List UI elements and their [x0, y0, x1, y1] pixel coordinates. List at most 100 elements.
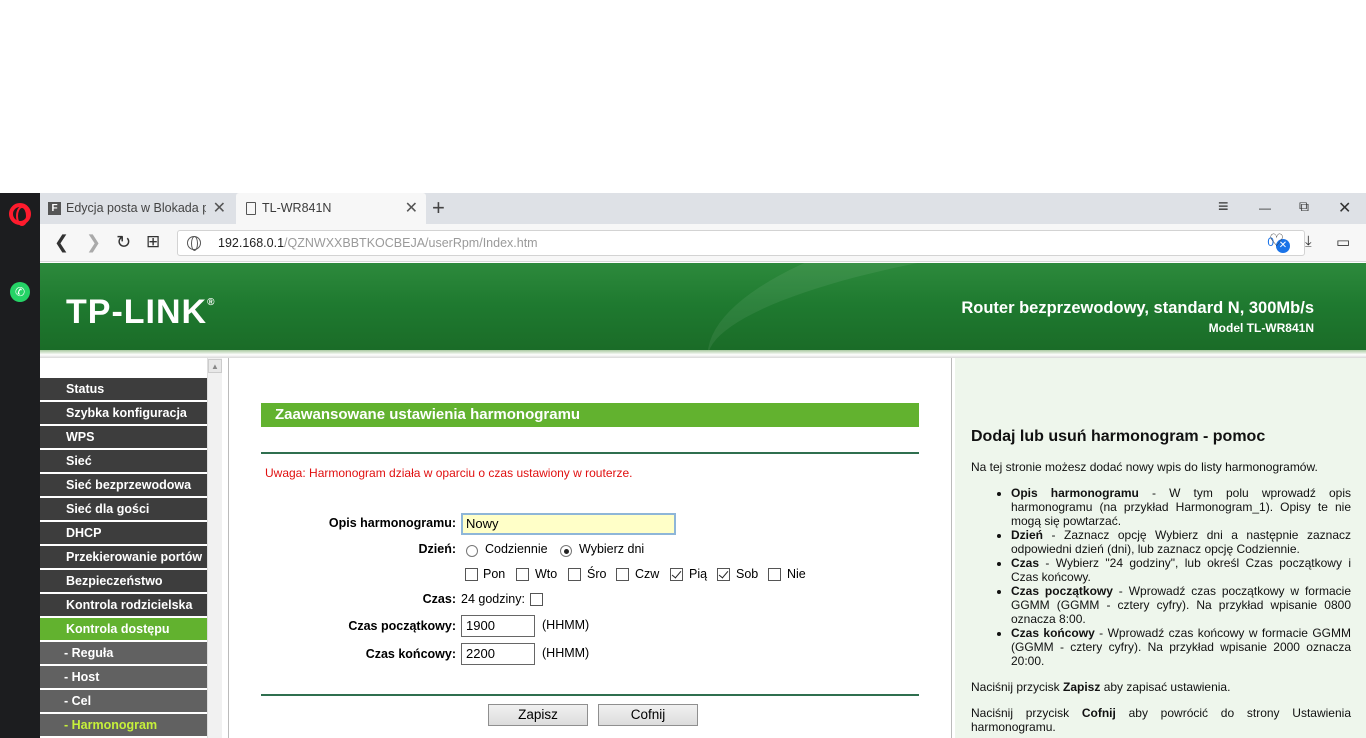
start-format-hint: (HHMM) — [542, 618, 590, 632]
menu-item-dhcp[interactable]: DHCP — [40, 522, 207, 544]
logo-text: TP-LINK — [66, 293, 208, 331]
tab-bar: F Edycja posta w Blokada po ✕ TL-WR841N … — [40, 193, 1366, 224]
router-header: TP-LINK® Router bezprzewodowy, standard … — [40, 263, 1366, 353]
divider — [261, 694, 919, 696]
forum-favicon-icon: F — [48, 202, 61, 215]
day-checkbox-sat[interactable] — [717, 568, 730, 581]
menu-item-guest-network[interactable]: Sieć dla gości — [40, 498, 207, 520]
select-days-radio[interactable] — [560, 545, 572, 557]
day-label: Dzień: — [418, 542, 457, 556]
end-time-label: Czas końcowy: — [365, 647, 456, 661]
help-save-note: Naciśnij przycisk Zapisz aby zapisać ust… — [971, 680, 1351, 694]
tab-label: TL-WR841N — [262, 201, 332, 215]
menu-item-wireless[interactable]: Sieć bezprzewodowa — [40, 474, 207, 496]
help-item: Czas - Wybierz "24 godziny", lub określ … — [1011, 556, 1351, 584]
main-panel: Zaawansowane ustawienia harmonogramu Uwa… — [228, 358, 952, 738]
forward-icon[interactable]: ❯ — [86, 232, 101, 252]
help-term: Czas początkowy — [1011, 584, 1113, 598]
start-time-input[interactable]: 1900 — [461, 615, 535, 637]
day-checkbox-thu[interactable] — [616, 568, 629, 581]
speed-dial-icon[interactable]: ⊞ — [146, 232, 160, 252]
new-tab-icon[interactable]: + — [432, 195, 445, 221]
help-term: Zapisz — [1063, 680, 1101, 694]
help-term: Opis harmonogramu — [1011, 486, 1139, 500]
tab-router[interactable]: TL-WR841N ✕ — [236, 193, 426, 224]
opera-logo-icon[interactable] — [9, 203, 31, 226]
router-menu: Status Szybka konfiguracja WPS Sieć Sieć… — [40, 358, 226, 738]
battery-saver-icon[interactable]: ▭ — [1336, 233, 1350, 251]
help-item: Opis harmonogramu - W tym polu wprowadź … — [1011, 486, 1351, 528]
url-bar[interactable]: 192.168.0.1/QZNWXXBBTKOCBEJA/userRpm/Ind… — [177, 230, 1305, 256]
menu-item-host[interactable]: - Host — [40, 666, 207, 688]
select-days-label: Wybierz dni — [579, 542, 645, 556]
help-item: Czas początkowy - Wprowadź czas początko… — [1011, 584, 1351, 626]
tab-label: Edycja posta w Blokada po — [66, 201, 206, 215]
day-label-fri: Pią — [689, 567, 708, 581]
daily-label: Codziennie — [485, 542, 548, 556]
day-checkbox-fri[interactable] — [670, 568, 683, 581]
menu-item-security[interactable]: Bezpieczeństwo — [40, 570, 207, 592]
menu-item-target[interactable]: - Cel — [40, 690, 207, 712]
registered-mark: ® — [207, 297, 216, 308]
back-icon[interactable]: ❮ — [54, 232, 69, 252]
menu-item-status[interactable]: Status — [40, 378, 207, 400]
url-host: 192.168.0.1 — [218, 236, 285, 250]
help-text: - Wybierz "24 godziny", lub określ Czas … — [1011, 556, 1351, 584]
help-panel: Dodaj lub usuń harmonogram - pomoc Na te… — [955, 358, 1366, 738]
menu-scrollbar[interactable]: ▲ — [207, 358, 222, 738]
day-label-wed: Śro — [587, 567, 607, 581]
help-term: Cofnij — [1081, 706, 1116, 720]
browser-sidebar: ✆ — [0, 193, 40, 738]
help-title: Dodaj lub usuń harmonogram - pomoc — [971, 428, 1266, 445]
scroll-up-icon[interactable]: ▲ — [208, 359, 222, 373]
day-label-sun: Nie — [787, 567, 806, 581]
menu-item-schedule[interactable]: - Harmonogram — [40, 714, 207, 736]
end-format-hint: (HHMM) — [542, 646, 590, 660]
day-label-sat: Sob — [736, 567, 759, 581]
menu-item-network[interactable]: Sieć — [40, 450, 207, 472]
menu-item-port-forwarding[interactable]: Przekierowanie portów — [40, 546, 207, 568]
heart-icon[interactable]: ♡ — [1269, 231, 1284, 251]
close-tab-icon[interactable]: ✕ — [405, 193, 418, 224]
router-model: Model TL-WR841N — [1208, 321, 1314, 335]
close-tab-icon[interactable]: ✕ — [213, 193, 226, 224]
download-icon[interactable]: ⤓ — [1305, 233, 1312, 250]
restore-icon[interactable]: ⧉ — [1299, 198, 1309, 215]
whatsapp-icon[interactable]: ✆ — [10, 282, 30, 302]
blank-area — [0, 0, 1366, 193]
end-time-input[interactable]: 2200 — [461, 643, 535, 665]
router-title: Router bezprzewodowy, standard N, 300Mb/… — [961, 299, 1314, 317]
help-item: Czas końcowy - Wprowadź czas końcowy w f… — [1011, 626, 1351, 668]
menu-item-wps[interactable]: WPS — [40, 426, 207, 448]
all-day-checkbox[interactable] — [530, 593, 543, 606]
close-window-icon[interactable]: ✕ — [1338, 198, 1351, 218]
menu-item-quick-setup[interactable]: Szybka konfiguracja — [40, 402, 207, 424]
menu-item-access-control[interactable]: Kontrola dostępu — [40, 618, 207, 640]
menu-item-parental-control[interactable]: Kontrola rodzicielska — [40, 594, 207, 616]
help-item: Dzień - Zaznacz opcję Wybierz dni a nast… — [1011, 528, 1351, 556]
day-label-tue: Wto — [535, 567, 558, 581]
help-list: Opis harmonogramu - W tym polu wprowadź … — [1011, 486, 1351, 668]
url-text[interactable]: 192.168.0.1/QZNWXXBBTKOCBEJA/userRpm/Ind… — [218, 236, 538, 250]
menu-item-rule[interactable]: - Reguła — [40, 642, 207, 664]
tab-blog-post[interactable]: F Edycja posta w Blokada po ✕ — [40, 193, 234, 224]
warning-text: Uwaga: Harmonogram działa w oparciu o cz… — [265, 466, 633, 480]
day-checkbox-mon[interactable] — [465, 568, 478, 581]
tab-menu-icon[interactable]: ≡ — [1218, 196, 1229, 217]
help-term: Czas końcowy — [1011, 626, 1095, 640]
help-term: Dzień — [1011, 528, 1044, 542]
day-checkbox-sun[interactable] — [768, 568, 781, 581]
back-button[interactable]: Cofnij — [598, 704, 698, 726]
daily-radio[interactable] — [466, 545, 478, 557]
description-label: Opis harmonogramu: — [328, 516, 456, 530]
description-input[interactable]: Nowy — [461, 513, 676, 535]
day-checkbox-wed[interactable] — [568, 568, 581, 581]
reload-icon[interactable]: ↻ — [116, 232, 131, 252]
help-intro: Na tej stronie możesz dodać nowy wpis do… — [971, 460, 1318, 474]
header-divider — [40, 350, 1366, 358]
page-title: Zaawansowane ustawienia harmonogramu — [261, 403, 919, 427]
address-toolbar: ❮ ❯ ↻ ⊞ 192.168.0.1/QZNWXXBBTKOCBEJA/use… — [40, 224, 1366, 262]
day-checkbox-tue[interactable] — [516, 568, 529, 581]
save-button[interactable]: Zapisz — [488, 704, 588, 726]
minimize-icon[interactable]: — — [1259, 201, 1271, 215]
